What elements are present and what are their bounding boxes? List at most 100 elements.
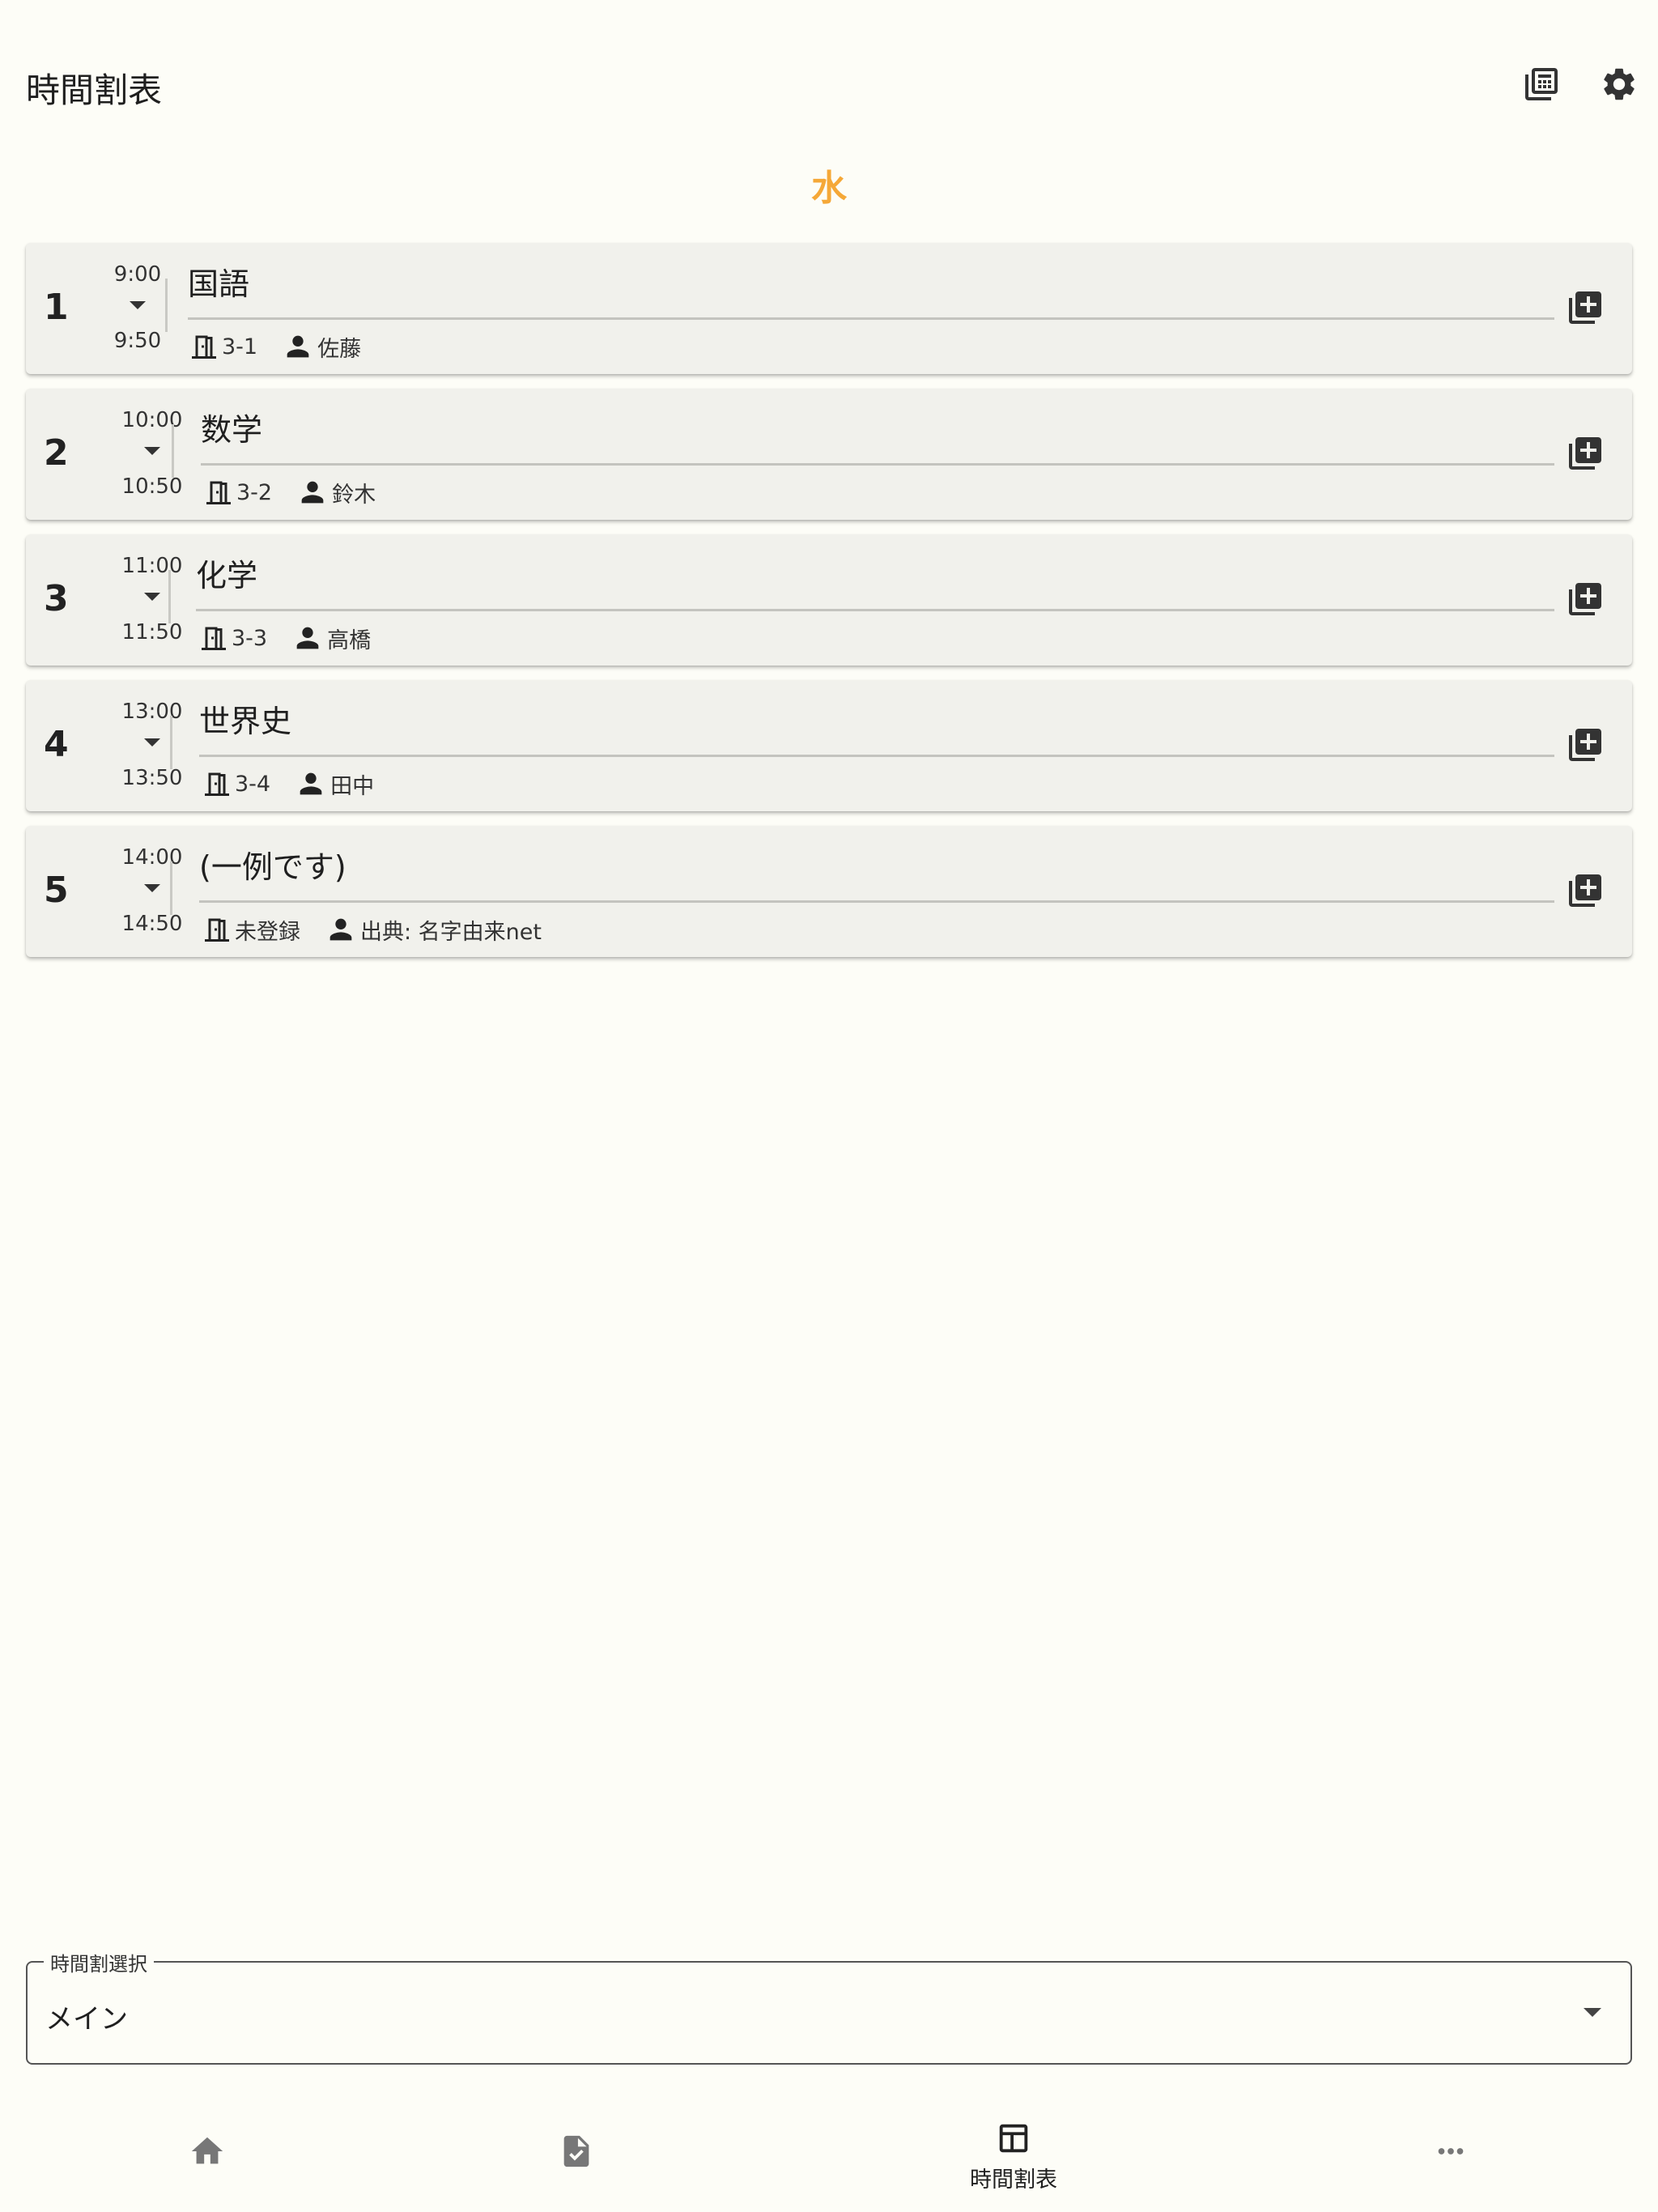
period-card[interactable]: 1 9:00 9:50 国語 3-1 佐藤 (26, 243, 1632, 374)
period-meta: 未登録 出典: 名字由来net (202, 913, 542, 946)
end-time: 14:50 (121, 912, 183, 936)
period-times: 9:00 9:50 (92, 262, 183, 353)
period-times: 14:00 14:50 (107, 845, 198, 936)
home-icon (191, 2137, 223, 2164)
room-info[interactable]: 3-4 (202, 768, 270, 800)
period-list: 1 9:00 9:50 国語 3-1 佐藤 2 10:00 10:50 数学 3… (26, 243, 1632, 972)
timetable-select-label: 時間割選択 (44, 1948, 154, 1976)
subject-input[interactable]: 世界史 (199, 696, 291, 741)
calculator-icon[interactable] (1522, 65, 1561, 104)
teacher-info[interactable]: 田中 (295, 768, 374, 800)
bottom-navigation: 時間割表 (0, 2089, 1658, 2212)
teacher-label: 田中 (330, 773, 375, 799)
nav-more[interactable] (1244, 2089, 1658, 2212)
arrow-down-icon (107, 432, 198, 474)
divider (170, 861, 172, 915)
add-note-icon[interactable] (1566, 871, 1605, 910)
start-time: 10:00 (121, 408, 183, 432)
add-note-icon[interactable] (1566, 580, 1605, 619)
period-times: 13:00 13:50 (107, 700, 198, 790)
period-times: 10:00 10:50 (107, 408, 198, 499)
arrow-down-icon (92, 287, 183, 329)
divider (172, 424, 174, 478)
period-card[interactable]: 3 11:00 11:50 化学 3-3 高橋 (26, 534, 1632, 666)
end-time: 9:50 (113, 329, 162, 353)
gear-icon[interactable] (1600, 65, 1639, 104)
period-number: 5 (44, 870, 69, 911)
subject-underline (201, 463, 1554, 466)
subject-underline (188, 317, 1554, 320)
arrow-down-icon (107, 870, 198, 912)
task-icon (563, 2135, 589, 2167)
arrow-down-icon (107, 724, 198, 766)
room-info[interactable]: 未登録 (202, 913, 300, 946)
period-meta: 3-1 佐藤 (189, 330, 361, 363)
subject-underline (196, 609, 1554, 611)
teacher-info[interactable]: 佐藤 (282, 330, 361, 363)
person-icon (296, 627, 319, 649)
door-icon (192, 335, 216, 359)
day-of-week-label: 水 (811, 168, 847, 209)
door-icon (205, 772, 229, 796)
divider (168, 570, 171, 623)
start-time: 11:00 (121, 554, 183, 578)
room-label: 3-2 (236, 479, 273, 505)
door-icon (202, 627, 226, 650)
divider (165, 279, 168, 332)
person-icon (301, 481, 324, 504)
teacher-label: 佐藤 (317, 336, 362, 362)
start-time: 9:00 (113, 262, 162, 287)
teacher-info[interactable]: 鈴木 (296, 476, 376, 508)
start-time: 14:00 (121, 845, 183, 870)
period-number: 4 (44, 724, 69, 765)
subject-input[interactable]: (一例です) (199, 842, 346, 887)
arrow-down-icon (107, 578, 198, 620)
end-time: 13:50 (121, 766, 183, 790)
room-info[interactable]: 3-1 (189, 330, 257, 363)
app-root: 時間割表 水 1 9:00 9:50 国語 3-1 佐藤 2 10:00 10:… (0, 0, 1658, 2212)
room-info[interactable]: 3-3 (199, 622, 267, 654)
door-icon (206, 481, 231, 504)
chevron-down-icon (1584, 2008, 1601, 2017)
nav-home[interactable] (0, 2089, 414, 2212)
add-note-icon[interactable] (1566, 288, 1605, 327)
page-title: 時間割表 (26, 70, 163, 110)
add-note-icon[interactable] (1566, 725, 1605, 764)
period-card[interactable]: 2 10:00 10:50 数学 3-2 鈴木 (26, 389, 1632, 520)
teacher-label: 鈴木 (332, 482, 376, 508)
room-label: 未登録 (235, 919, 300, 945)
door-icon (205, 918, 229, 942)
divider (170, 716, 172, 769)
period-meta: 3-4 田中 (202, 768, 374, 800)
end-time: 11:50 (121, 620, 183, 644)
subject-input[interactable]: 数学 (201, 405, 262, 449)
period-number: 2 (44, 432, 69, 474)
subject-underline (199, 900, 1554, 903)
teacher-info[interactable]: 出典: 名字由来net (325, 913, 542, 946)
nav-timetable[interactable]: 時間割表 (806, 2089, 1221, 2212)
room-label: 3-1 (222, 334, 258, 359)
subject-underline (199, 755, 1554, 757)
person-icon (329, 918, 352, 941)
room-info[interactable]: 3-2 (204, 476, 272, 508)
period-card[interactable]: 5 14:00 14:50 (一例です) 未登録 出典: 名字由来net (26, 826, 1632, 957)
subject-input[interactable]: 化学 (196, 551, 257, 595)
period-number: 3 (44, 578, 69, 619)
room-label: 3-3 (232, 625, 268, 651)
period-meta: 3-3 高橋 (199, 622, 371, 654)
nav-timetable-label: 時間割表 (970, 2167, 1057, 2193)
app-header: 時間割表 水 (0, 0, 1658, 209)
period-card[interactable]: 4 13:00 13:50 世界史 3-4 田中 (26, 680, 1632, 811)
period-number: 1 (44, 287, 69, 328)
person-icon (300, 772, 322, 795)
subject-input[interactable]: 国語 (188, 259, 249, 304)
teacher-label: 出典: 名字由来net (360, 919, 542, 945)
teacher-info[interactable]: 高橋 (291, 622, 371, 654)
room-label: 3-4 (235, 771, 271, 797)
nav-tasks[interactable] (369, 2089, 784, 2212)
timetable-select[interactable]: 時間割選択 メイン (26, 1948, 1632, 2065)
end-time: 10:50 (121, 474, 183, 499)
start-time: 13:00 (121, 700, 183, 724)
add-note-icon[interactable] (1566, 434, 1605, 473)
timetable-select-value: メイン (45, 2003, 128, 2035)
